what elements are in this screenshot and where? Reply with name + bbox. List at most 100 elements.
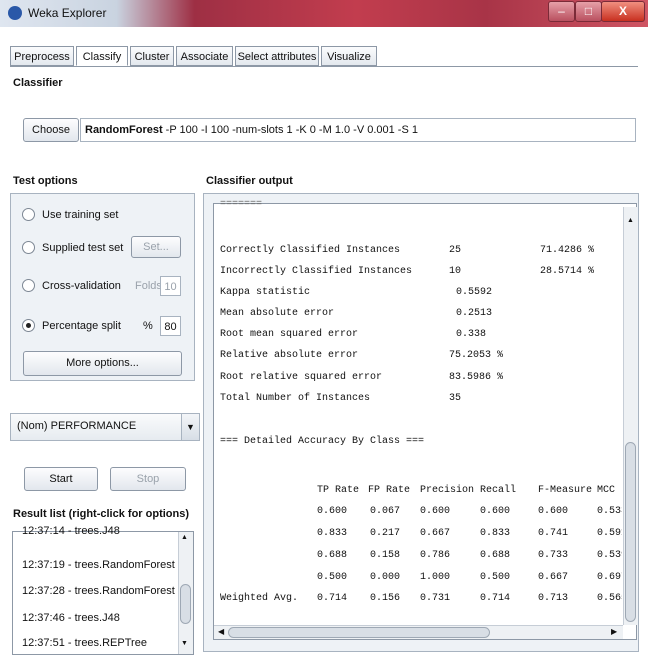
summary-value: 10 <box>449 266 462 277</box>
result-list-scrollbar[interactable]: ▲ ▼ <box>178 532 193 654</box>
minimize-button[interactable]: – <box>548 1 575 22</box>
scroll-up-icon[interactable]: ▲ <box>181 534 188 541</box>
more-options-button[interactable]: More options... <box>23 351 182 376</box>
cross-validation-radio[interactable] <box>22 279 35 292</box>
table-cell: 0.500 <box>317 572 348 583</box>
summary-label: Total Number of Instances <box>220 393 371 404</box>
table-cell: 0.217 <box>370 528 401 539</box>
table-cell: 0.714 <box>317 593 348 604</box>
result-item[interactable]: 12:37:19 - trees.RandomForest <box>22 559 175 571</box>
column-header: F-Measure <box>538 485 593 496</box>
use-training-set-radio[interactable] <box>22 208 35 221</box>
folds-label: Folds <box>135 280 162 292</box>
scroll-right-icon[interactable]: ▶ <box>611 627 617 636</box>
summary-value: 83.5986 % <box>449 372 504 383</box>
result-scroll-thumb[interactable] <box>180 584 191 624</box>
start-button[interactable]: Start <box>24 467 98 491</box>
summary-label: Kappa statistic <box>220 287 311 298</box>
set-button[interactable]: Set... <box>131 236 181 258</box>
column-header: MCC <box>597 485 616 496</box>
cross-validation-label: Cross-validation <box>42 280 121 292</box>
tab-associate[interactable]: Associate <box>176 46 233 66</box>
output-header-partial: ======= <box>220 199 263 210</box>
table-cell: 0.156 <box>370 593 401 604</box>
table-cell: 0.158 <box>370 550 401 561</box>
percentage-field[interactable]: 80 <box>160 316 181 336</box>
tab-cluster[interactable]: Cluster <box>130 46 174 66</box>
table-cell: 0.733 <box>538 550 569 561</box>
table-cell: 0.500 <box>480 572 511 583</box>
summary-label: Root relative squared error <box>220 372 383 383</box>
result-item-partial[interactable]: 12:37:14 - trees.J48 <box>22 525 120 537</box>
test-options-label: Test options <box>13 175 78 187</box>
tab-classify[interactable]: Classify <box>76 46 128 66</box>
choose-button[interactable]: Choose <box>23 118 79 142</box>
classifier-section-label: Classifier <box>13 77 63 89</box>
table-cell: 0.667 <box>420 528 451 539</box>
column-header: TP Rate <box>317 485 360 496</box>
output-hscroll-thumb[interactable] <box>228 627 490 638</box>
percent-symbol: % <box>143 320 153 332</box>
column-header: Recall <box>480 485 517 496</box>
folds-field[interactable]: 10 <box>160 276 181 296</box>
scroll-up-icon[interactable]: ▲ <box>627 217 634 224</box>
classifier-config-field[interactable]: RandomForest -P 100 -I 100 -num-slots 1 … <box>80 118 636 142</box>
table-cell: 0.714 <box>480 593 511 604</box>
dropdown-arrow-icon: ▼ <box>181 414 199 440</box>
summary-label: Mean absolute error <box>220 308 335 319</box>
result-item[interactable]: 12:37:28 - trees.RandomForest <box>22 585 175 597</box>
scroll-down-icon[interactable]: ▼ <box>181 640 188 647</box>
tab-divider <box>10 66 638 67</box>
summary-percent: 71.4286 % <box>540 245 595 256</box>
column-header: Precision <box>420 485 475 496</box>
close-button[interactable]: X <box>601 1 645 22</box>
percentage-split-radio[interactable] <box>22 319 35 332</box>
summary-percent: 28.5714 % <box>540 266 595 277</box>
window-title: Weka Explorer <box>28 6 107 20</box>
summary-label: Root mean squared error <box>220 329 359 340</box>
table-cell: 0.539 <box>597 550 622 561</box>
table-cell: 0.600 <box>480 506 511 517</box>
table-cell: 0.600 <box>420 506 451 517</box>
output-vscroll-thumb[interactable] <box>625 442 636 622</box>
row-label: Weighted Avg. <box>220 593 299 604</box>
scroll-left-icon[interactable]: ◀ <box>218 627 224 636</box>
table-cell: 0.688 <box>480 550 511 561</box>
table-cell: 0.565 <box>597 593 622 604</box>
summary-value: 0.338 <box>456 329 487 340</box>
table-cell: 0.591 <box>597 528 622 539</box>
classifier-output-label: Classifier output <box>206 175 293 187</box>
table-cell: 0.067 <box>370 506 401 517</box>
table-cell: 0.000 <box>370 572 401 583</box>
result-item[interactable]: 12:37:51 - trees.REPTree <box>22 637 147 649</box>
summary-value: 0.2513 <box>456 308 493 319</box>
table-cell: 0.786 <box>420 550 451 561</box>
table-cell: 0.741 <box>538 528 569 539</box>
tab-visualize[interactable]: Visualize <box>321 46 377 66</box>
classifier-name: RandomForest <box>85 124 163 136</box>
table-cell: 0.600 <box>538 506 569 517</box>
table-cell: 0.731 <box>420 593 451 604</box>
summary-value: 75.2053 % <box>449 350 504 361</box>
table-cell: 1.000 <box>420 572 451 583</box>
class-attribute-dropdown[interactable]: (Nom) PERFORMANCE ▼ <box>10 413 200 441</box>
summary-value: 25 <box>449 245 462 256</box>
column-header: FP Rate <box>368 485 411 496</box>
summary-value: 0.5592 <box>456 287 493 298</box>
classifier-options: -P 100 -I 100 -num-slots 1 -K 0 -M 1.0 -… <box>162 124 418 136</box>
result-item[interactable]: 12:37:46 - trees.J48 <box>22 612 120 624</box>
table-cell: 0.533 <box>597 506 622 517</box>
output-vertical-scrollbar[interactable]: ▲ <box>623 207 637 625</box>
detailed-accuracy-header: === Detailed Accuracy By Class === <box>220 436 425 447</box>
supplied-test-set-radio[interactable] <box>22 241 35 254</box>
tab-preprocess[interactable]: Preprocess <box>10 46 74 66</box>
output-horizontal-scrollbar[interactable]: ◀ ▶ <box>214 625 623 639</box>
maximize-button[interactable]: □ <box>575 1 602 22</box>
use-training-set-label: Use training set <box>42 209 119 221</box>
table-cell: 0.833 <box>480 528 511 539</box>
table-cell: 0.833 <box>317 528 348 539</box>
summary-value: 35 <box>449 393 462 404</box>
class-attribute-value: (Nom) PERFORMANCE <box>17 420 137 432</box>
tab-select-attributes[interactable]: Select attributes <box>235 46 319 66</box>
stop-button[interactable]: Stop <box>110 467 186 491</box>
